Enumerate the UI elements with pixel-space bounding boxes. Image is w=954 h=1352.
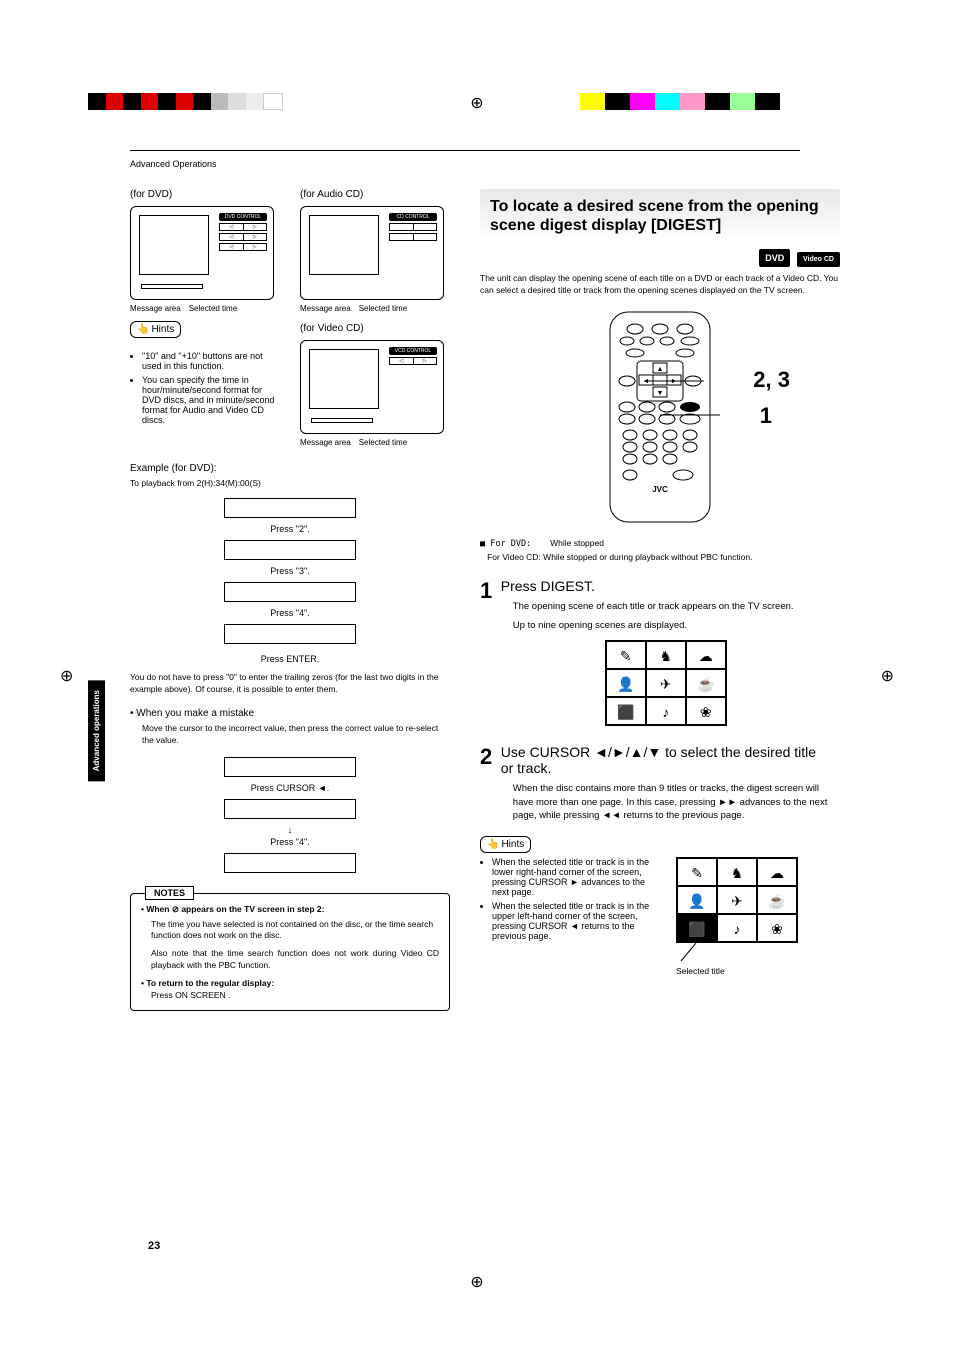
for-vcd-label: For Video CD: (487, 552, 541, 562)
value-box (224, 853, 356, 873)
arrow-down-icon: ↓ (190, 825, 390, 835)
caption-message: Message area (300, 438, 351, 447)
hint-item: When the selected title or track is in t… (492, 857, 660, 897)
callout-line-icon (660, 413, 720, 417)
dvd-display-illustration: DVD CONTROL ◁▷ ◁▷ ◁▷ (130, 206, 274, 300)
press-enter-label: Press ENTER. (200, 654, 380, 664)
hint-item: When the selected title or track is in t… (492, 901, 660, 941)
remote-illustration: ▲ ◄ ► ▼ JVC (605, 307, 715, 527)
crop-mark-icon: ⊕ (470, 1272, 483, 1292)
press-label: Press "2". (200, 524, 380, 534)
page-number: 23 (148, 1240, 160, 1252)
press-cursor-label: Press CURSOR ◄. (190, 783, 390, 793)
for-dvd-condition-label: ■ For DVD: (480, 539, 531, 549)
press-label: Press "4". (200, 608, 380, 618)
for-dvd-condition: While stopped (550, 538, 604, 548)
note-bullet: To return to the regular display: (146, 978, 274, 988)
step-text: When the disc contains more than 9 title… (513, 782, 831, 822)
hint-item: "10" and "+10" buttons are not used in t… (142, 351, 280, 371)
paragraph: You do not have to press "0" to enter th… (130, 672, 450, 696)
value-box (224, 799, 356, 819)
note-bullet: When ⊘ appears on the TV screen in step … (146, 904, 324, 914)
svg-text:▼: ▼ (657, 390, 664, 397)
example-subtitle: To playback from 2(H):34(M):00(S) (130, 478, 450, 488)
vcd-control-badge: VCD CONTROL (389, 347, 437, 355)
caption-message: Message area (130, 304, 181, 313)
step-title: Use CURSOR ◄/►/▲/▼ to select the desired… (501, 744, 831, 776)
note-text: Press ON SCREEN . (151, 990, 439, 1000)
caption-selected: Selected time (189, 304, 237, 313)
value-box (224, 498, 356, 518)
mistake-text: Move the cursor to the incorrect value, … (142, 723, 450, 747)
color-bars-right (580, 93, 780, 110)
callout-1: 1 (760, 403, 772, 429)
press-label: Press "3". (200, 566, 380, 576)
for-audio-label: (for Audio CD) (300, 189, 450, 200)
video-display-illustration: VCD CONTROL ◁▷ (300, 340, 444, 434)
press-label: Press "4". (190, 837, 390, 847)
intro-paragraph: The unit can display the opening scene o… (480, 273, 840, 297)
section-header: Advanced Operations (130, 159, 884, 169)
svg-text:▲: ▲ (657, 366, 664, 373)
for-vcd-condition: While stopped or during playback without… (543, 552, 752, 562)
example-title: Example (for DVD): (130, 463, 450, 474)
mistake-title: When you make a mistake (136, 708, 254, 719)
caption-selected: Selected time (359, 304, 407, 313)
step-text: The opening scene of each title or track… (513, 600, 831, 613)
caption-selected: Selected time (359, 438, 407, 447)
value-box (224, 624, 356, 644)
digest-grid-selected-illustration: ✎♞☁ 👤✈☕ ⬛♪❀ (676, 857, 798, 943)
color-bars-left (88, 93, 283, 110)
side-tab: Advanced operations (88, 680, 105, 781)
crop-mark-icon: ⊕ (60, 666, 73, 686)
svg-text:JVC: JVC (652, 485, 668, 494)
dvd-badge: DVD (759, 249, 790, 267)
crop-mark-icon: ⊕ (470, 93, 483, 113)
audio-display-illustration: CD CONTROL (300, 206, 444, 300)
crop-mark-icon: ⊕ (881, 666, 894, 686)
notes-title: NOTES (145, 886, 194, 900)
selected-title-label: Selected title (676, 966, 816, 976)
cd-control-badge: CD CONTROL (389, 213, 437, 221)
callout-line-icon (676, 943, 726, 963)
for-dvd-label: (for DVD) (130, 189, 280, 200)
dvd-control-badge: DVD CONTROL (219, 213, 267, 221)
step-number: 2 (480, 744, 498, 770)
callout-2-3: 2, 3 (753, 367, 790, 393)
note-text: The time you have selected is not contai… (151, 919, 439, 943)
note-text: Also note that the time search function … (151, 948, 439, 972)
step-number: 1 (480, 578, 498, 604)
video-cd-badge: Video CD (797, 252, 840, 267)
value-box (224, 540, 356, 560)
step-text: Up to nine opening scenes are displayed. (513, 619, 831, 632)
step-title: Press DIGEST. (501, 578, 831, 594)
notes-box: NOTES • When ⊘ appears on the TV screen … (130, 893, 450, 1012)
hints-badge: Hints (130, 321, 181, 338)
digest-grid-illustration: ✎♞☁ 👤✈☕ ⬛♪❀ (605, 640, 727, 726)
value-box (224, 582, 356, 602)
caption-message: Message area (300, 304, 351, 313)
hints-badge: Hints (480, 836, 531, 853)
section-heading: To locate a desired scene from the openi… (480, 189, 840, 243)
callout-line-icon (644, 379, 704, 383)
value-box (224, 757, 356, 777)
for-video-label: (for Video CD) (300, 323, 450, 334)
hint-item: You can specify the time in hour/minute/… (142, 375, 280, 425)
